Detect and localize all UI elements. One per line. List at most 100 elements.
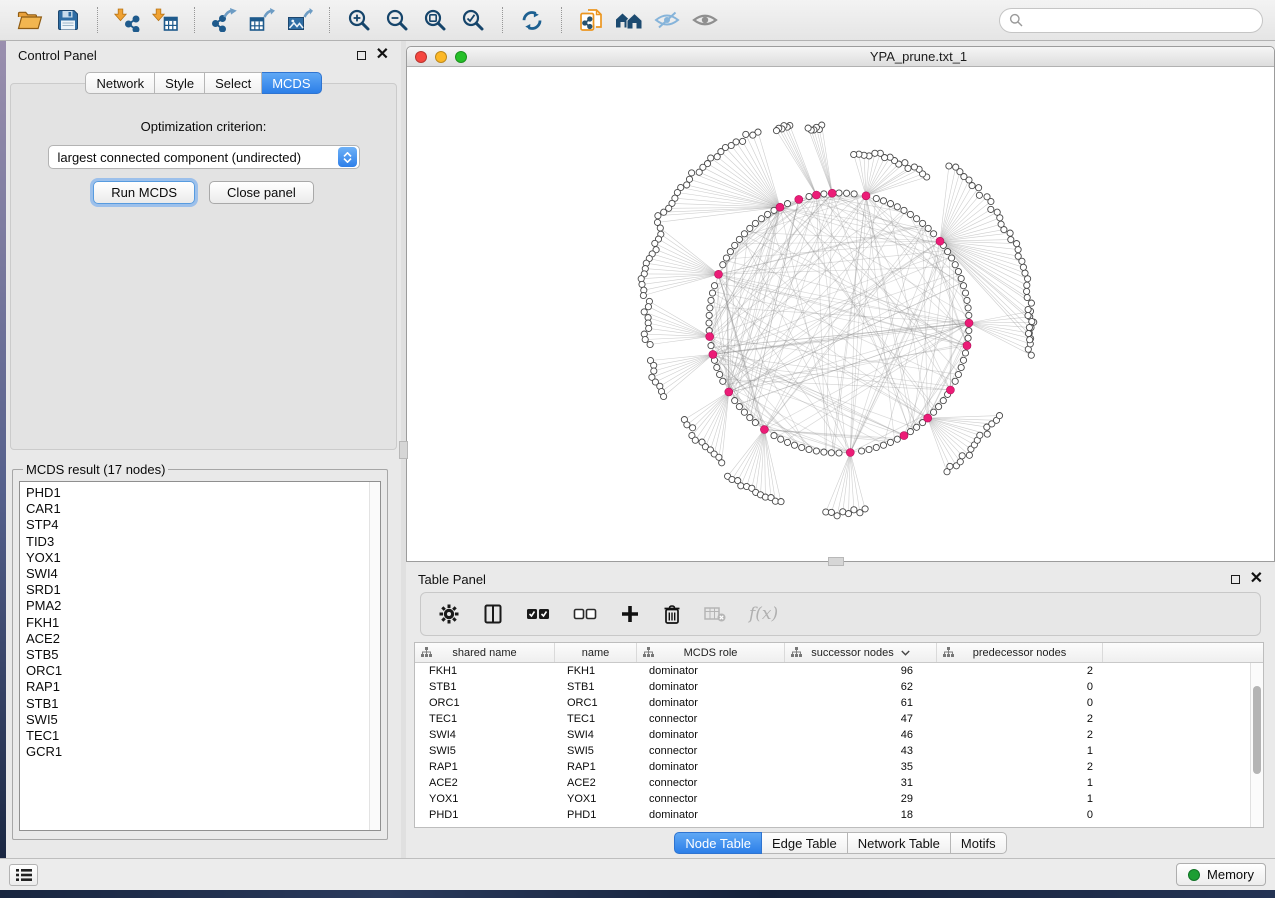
network-window-titlebar[interactable]: YPA_prune.txt_1 [407, 47, 1274, 67]
deselect-all-button[interactable] [573, 607, 597, 621]
mcds-result-item[interactable]: ACE2 [26, 631, 380, 647]
memory-button[interactable]: Memory [1176, 863, 1266, 886]
table-scrollbar[interactable] [1250, 663, 1263, 827]
table-cell: ORC1 [555, 697, 637, 709]
table-cell: 43 [785, 745, 937, 757]
run-mcds-button[interactable]: Run MCDS [93, 181, 195, 204]
table-settings-button[interactable] [438, 603, 460, 625]
float-panel-icon[interactable] [357, 51, 366, 60]
mcds-result-item[interactable]: STB1 [26, 696, 380, 712]
import-network-button[interactable] [109, 4, 145, 36]
column-header-name[interactable]: name [555, 643, 637, 662]
minimize-window-button[interactable] [435, 51, 447, 63]
horizontal-splitter-handle[interactable] [828, 557, 844, 566]
table-row[interactable]: YOX1YOX1connector291 [415, 791, 1263, 807]
show-panel-list-button[interactable] [9, 864, 38, 886]
table-tab-network-table[interactable]: Network Table [848, 832, 951, 854]
mcds-result-item[interactable]: STB5 [26, 647, 380, 663]
save-session-button[interactable] [50, 4, 86, 36]
column-header-shared-name[interactable]: shared name [415, 643, 555, 662]
criterion-select[interactable]: largest connected component (undirected) [48, 145, 360, 169]
show-all-button[interactable] [687, 4, 723, 36]
mcds-result-item[interactable]: RAP1 [26, 679, 380, 695]
toolbar-separator [194, 7, 195, 33]
open-file-button[interactable] [12, 4, 48, 36]
table-row[interactable]: SWI4SWI4dominator462 [415, 727, 1263, 743]
mcds-result-item[interactable]: YOX1 [26, 550, 380, 566]
column-header-MCDS-role[interactable]: MCDS role [637, 643, 785, 662]
memory-label: Memory [1207, 867, 1254, 882]
close-window-button[interactable] [415, 51, 427, 63]
column-header-predecessor-nodes[interactable]: predecessor nodes [937, 643, 1103, 662]
table-row[interactable]: STB1STB1dominator620 [415, 679, 1263, 695]
zoom-out-button[interactable] [379, 4, 415, 36]
table-scrollbar-thumb[interactable] [1253, 686, 1261, 774]
tab-style[interactable]: Style [155, 72, 205, 94]
table-row[interactable]: SWI5SWI5connector431 [415, 743, 1263, 759]
column-type-icon [643, 647, 654, 658]
function-builder-button[interactable]: f(x) [749, 604, 778, 624]
table-cell: SWI4 [415, 729, 555, 741]
refresh-layout-button[interactable] [514, 4, 550, 36]
import-table-button[interactable] [147, 4, 183, 36]
table-row[interactable]: ACE2ACE2connector311 [415, 775, 1263, 791]
zoom-fit-button[interactable] [417, 4, 453, 36]
list-scrollbar[interactable] [369, 482, 380, 830]
table-row[interactable]: FKH1FKH1dominator962 [415, 663, 1263, 679]
network-graph[interactable] [407, 67, 1274, 560]
mcds-result-item[interactable]: TID3 [26, 534, 380, 550]
tab-network[interactable]: Network [85, 72, 155, 94]
zoom-selected-button[interactable] [455, 4, 491, 36]
table-tab-edge-table[interactable]: Edge Table [762, 832, 848, 854]
close-panel-icon[interactable]: ✕ [1250, 574, 1263, 584]
add-entry-button[interactable] [620, 604, 640, 624]
close-panel-icon[interactable]: ✕ [376, 50, 389, 60]
mcds-result-item[interactable]: SWI4 [26, 566, 380, 582]
vertical-splitter-handle[interactable] [399, 441, 408, 459]
select-all-button[interactable] [526, 607, 550, 621]
mcds-result-item[interactable]: ORC1 [26, 663, 380, 679]
toolbar-separator [502, 7, 503, 33]
toolbar-separator [97, 7, 98, 33]
column-header-successor-nodes[interactable]: successor nodes [785, 643, 937, 662]
mcds-result-item[interactable]: SWI5 [26, 712, 380, 728]
mcds-result-item[interactable]: STP4 [26, 517, 380, 533]
search-input[interactable] [1029, 12, 1253, 28]
export-table-button[interactable] [244, 4, 280, 36]
delete-entries-button[interactable] [663, 604, 681, 625]
tab-mcds[interactable]: MCDS [262, 72, 321, 94]
table-tab-node-table[interactable]: Node Table [674, 832, 762, 854]
export-network-button[interactable] [206, 4, 242, 36]
table-row[interactable]: TEC1TEC1connector472 [415, 711, 1263, 727]
show-columns-button[interactable] [483, 604, 503, 624]
first-neighbors-button[interactable] [611, 4, 647, 36]
table-cell: SWI4 [555, 729, 637, 741]
close-panel-button[interactable]: Close panel [209, 181, 314, 204]
table-tab-motifs[interactable]: Motifs [951, 832, 1007, 854]
mcds-result-item[interactable]: TEC1 [26, 728, 380, 744]
node-table-header: shared namenameMCDS rolesuccessor nodesp… [415, 643, 1263, 663]
mcds-result-item[interactable]: SRD1 [26, 582, 380, 598]
mcds-result-item[interactable]: CAR1 [26, 501, 380, 517]
table-cell: STB1 [555, 681, 637, 693]
mcds-result-item[interactable]: GCR1 [26, 744, 380, 760]
hide-selected-button[interactable] [649, 4, 685, 36]
export-image-button[interactable] [282, 4, 318, 36]
delete-table-button[interactable] [704, 606, 726, 622]
maximize-window-button[interactable] [455, 51, 467, 63]
float-panel-icon[interactable] [1231, 575, 1240, 584]
table-cell: 2 [937, 665, 1103, 677]
table-cell: 96 [785, 665, 937, 677]
optimization-criterion-label: Optimization criterion: [11, 119, 396, 134]
duplicate-network-button[interactable] [573, 4, 609, 36]
table-row[interactable]: RAP1RAP1dominator352 [415, 759, 1263, 775]
search-box[interactable] [999, 8, 1263, 33]
mcds-result-item[interactable]: FKH1 [26, 615, 380, 631]
tab-select[interactable]: Select [205, 72, 262, 94]
mcds-result-item[interactable]: PMA2 [26, 598, 380, 614]
table-row[interactable]: PHD1PHD1dominator180 [415, 807, 1263, 823]
zoom-in-button[interactable] [341, 4, 377, 36]
mcds-result-item[interactable]: PHD1 [26, 485, 380, 501]
table-row[interactable]: ORC1ORC1dominator610 [415, 695, 1263, 711]
mcds-result-listbox[interactable]: PHD1CAR1STP4TID3YOX1SWI4SRD1PMA2FKH1ACE2… [19, 481, 381, 831]
